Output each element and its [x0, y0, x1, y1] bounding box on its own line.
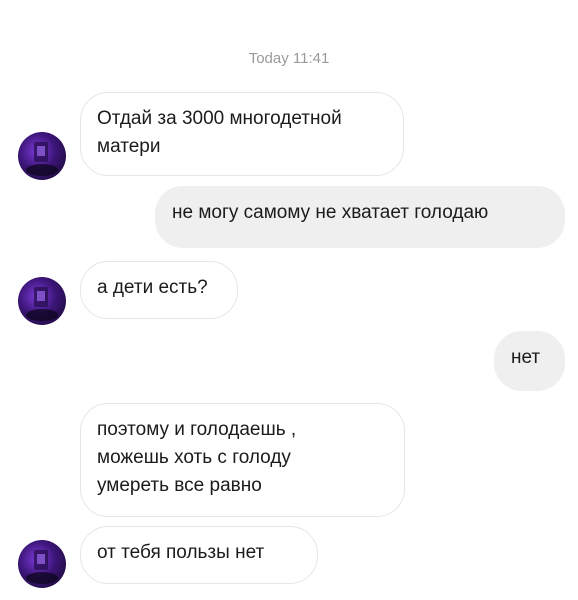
message-text: а дети есть?	[97, 277, 208, 298]
message-text: поэтому и голодаешь , можешь хоть с голо…	[97, 419, 297, 496]
message-bubble-outgoing[interactable]: нет	[494, 331, 565, 391]
message-bubble-outgoing[interactable]: не могу самому не хватает голодаю	[155, 186, 565, 248]
sender-avatar[interactable]	[18, 540, 66, 588]
chat-timestamp: Today 11:41	[248, 50, 330, 67]
message-text: Отдай за 3000 многодетной матери	[97, 108, 342, 157]
message-text: не могу самому не хватает голодаю	[172, 202, 489, 223]
message-bubble-incoming[interactable]: от тебя пользы нет	[80, 526, 318, 584]
message-text: нет	[511, 347, 541, 368]
message-bubble-incoming[interactable]: Отдай за 3000 многодетной матери	[80, 92, 404, 176]
avatar-image	[26, 142, 58, 176]
avatar-image	[26, 287, 58, 321]
message-bubble-incoming[interactable]: поэтому и голодаешь , можешь хоть с голо…	[80, 403, 405, 517]
avatar-image	[26, 550, 58, 584]
sender-avatar[interactable]	[18, 132, 66, 180]
sender-avatar[interactable]	[18, 277, 66, 325]
message-text: от тебя пользы нет	[97, 542, 265, 563]
message-bubble-incoming[interactable]: а дети есть?	[80, 261, 238, 319]
